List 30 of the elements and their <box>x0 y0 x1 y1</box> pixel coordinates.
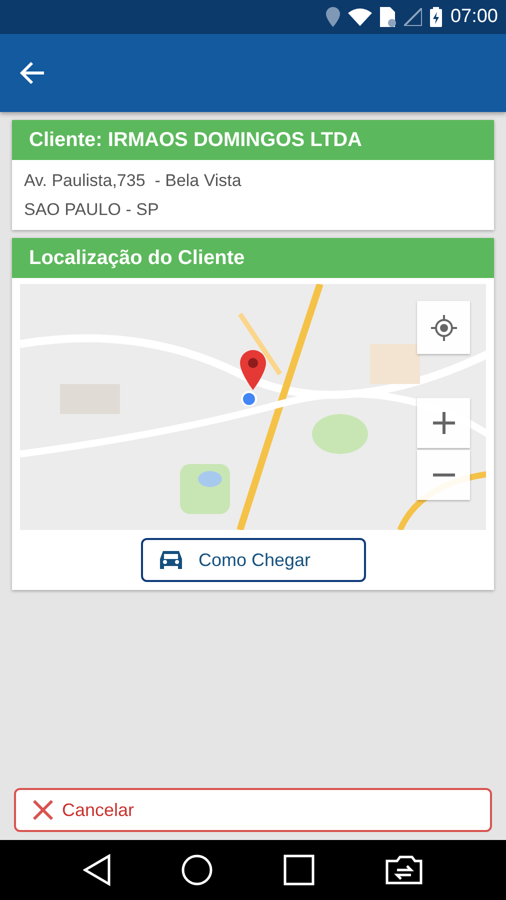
zoom-out-button[interactable] <box>417 450 470 500</box>
home-nav-button[interactable] <box>181 854 213 886</box>
signal-icon <box>404 8 422 26</box>
card-title: Localização do Cliente <box>12 238 494 278</box>
switch-arrows-icon <box>385 855 423 885</box>
switch-app-button[interactable] <box>385 855 423 885</box>
status-time: 07:00 <box>450 4 498 29</box>
back-arrow-icon <box>20 60 46 85</box>
back-nav-button[interactable] <box>83 854 111 886</box>
map-pin-icon <box>240 350 266 406</box>
triangle-icon <box>83 854 111 886</box>
close-icon <box>32 799 54 821</box>
battery-icon <box>430 7 442 27</box>
square-icon <box>283 854 315 886</box>
sim-card-icon <box>380 7 396 27</box>
address-line: Av. Paulista,735 - Bela Vista <box>24 170 242 192</box>
car-icon <box>158 549 182 571</box>
location-target-icon <box>430 314 456 340</box>
plus-icon <box>432 411 456 435</box>
zoom-in-button[interactable] <box>417 398 470 448</box>
directions-button[interactable]: Como Chegar <box>140 538 366 582</box>
wifi-icon <box>348 8 372 26</box>
location-icon <box>326 7 340 27</box>
address-line: SAO PAULO - SP <box>24 199 160 221</box>
card-title: Cliente: IRMAOS DOMINGOS LTDA <box>12 120 494 160</box>
circle-icon <box>181 854 213 886</box>
cancel-button[interactable]: Cancelar <box>14 788 492 832</box>
my-location-button[interactable] <box>417 301 470 354</box>
minus-icon <box>432 473 456 477</box>
recents-nav-button[interactable] <box>283 854 315 886</box>
